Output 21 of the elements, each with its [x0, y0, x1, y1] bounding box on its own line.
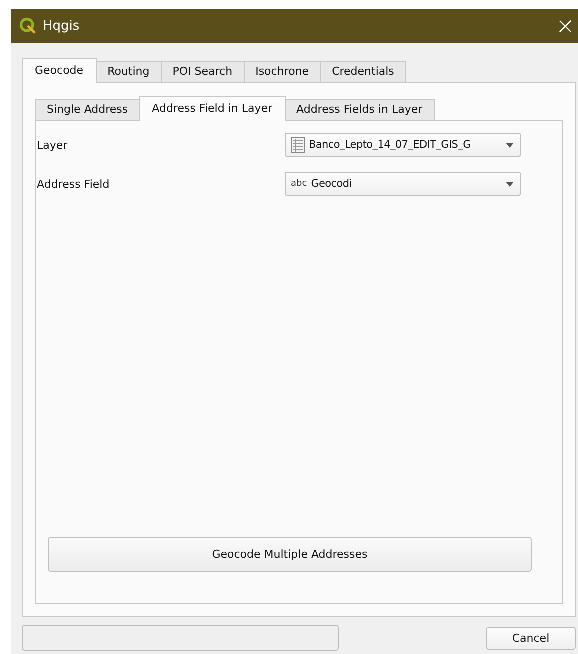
dropdown[interactable]: Banco_Lepto_14_07_EDIT_GIS_G	[285, 133, 521, 157]
dropdown[interactable]: abc Geocodi	[285, 172, 521, 196]
tab[interactable]: Isochrone	[244, 61, 322, 82]
field-label: Layer	[36, 138, 69, 152]
caret-icon	[506, 142, 514, 148]
window-title: Hqgis	[43, 18, 81, 34]
tab[interactable]: Address Fields in Layer	[284, 99, 435, 120]
tab[interactable]: Credentials	[320, 61, 406, 82]
tab[interactable]: Address Field in Layer	[139, 96, 286, 121]
tab[interactable]: POI Search	[160, 61, 245, 82]
field-type-label: abc	[291, 179, 308, 189]
tab[interactable]: Routing	[96, 61, 162, 82]
cancel-button[interactable]: Cancel	[486, 626, 576, 650]
tab[interactable]: Geocode	[22, 58, 97, 83]
q-logo-icon	[19, 17, 37, 35]
geocode-button[interactable]: Geocode Multiple Addresses	[48, 537, 532, 572]
close-icon[interactable]	[559, 20, 572, 32]
field-label: Address Field	[36, 178, 111, 190]
table-icon	[291, 137, 305, 153]
tab[interactable]: Single Address	[35, 99, 140, 120]
caret-icon	[506, 182, 514, 186]
